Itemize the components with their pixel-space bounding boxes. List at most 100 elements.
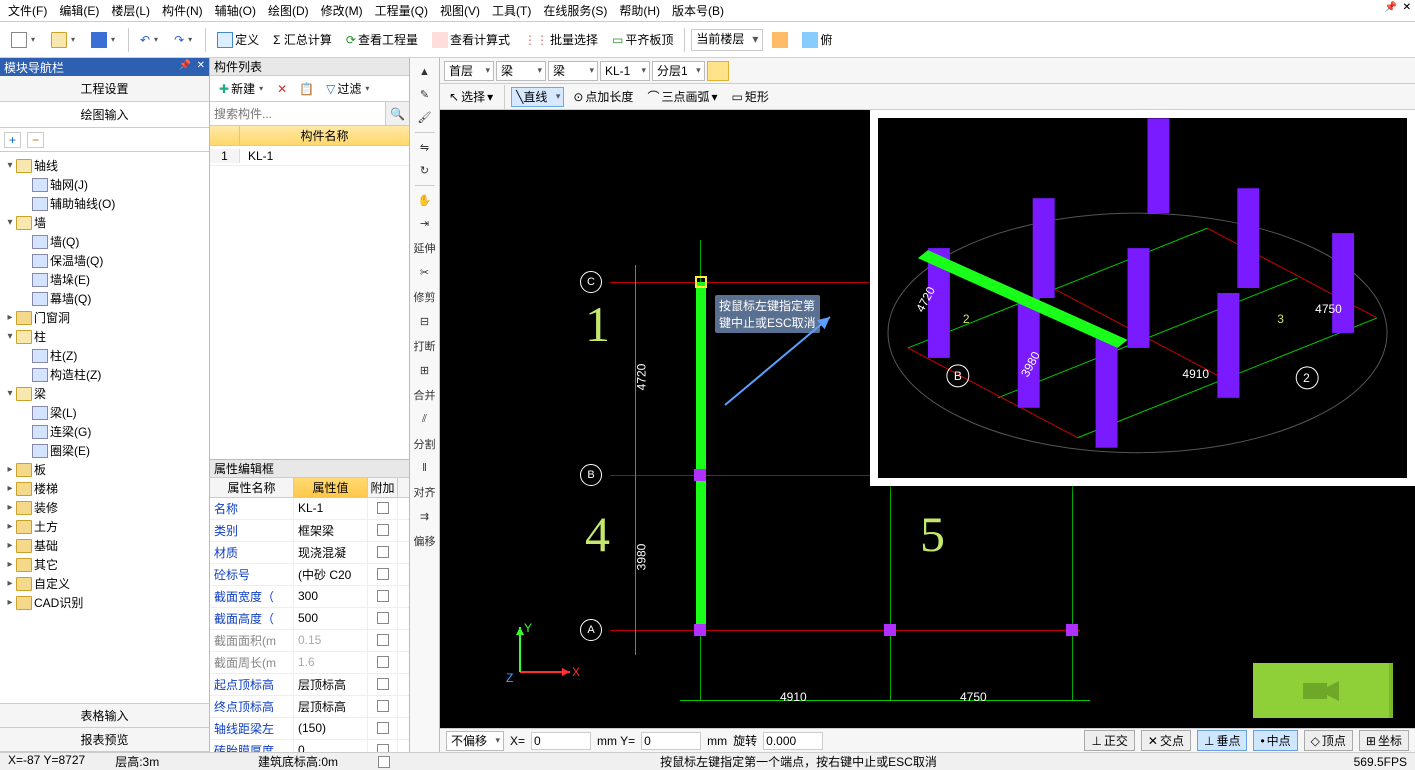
grid-node[interactable]	[1066, 624, 1078, 636]
tree-item[interactable]: 连梁(G)	[4, 422, 205, 441]
canvas[interactable]: C B A 1 2 3 1 4 5 4720 3980 4910 4750 按鼠…	[440, 110, 1415, 752]
rect-button[interactable]: ▭ 矩形	[727, 85, 774, 108]
menu-online[interactable]: 在线服务(S)	[543, 2, 607, 19]
arc3-button[interactable]: ⌒ 三点画弧 ▾	[642, 85, 722, 108]
tree-item[interactable]: 构造柱(Z)	[4, 365, 205, 384]
tab-report-preview[interactable]: 报表预览	[0, 728, 209, 752]
layer-button[interactable]	[767, 29, 793, 51]
flat-roof-button[interactable]: ▭平齐板顶	[607, 28, 678, 51]
offset-mode-select[interactable]: 不偏移	[446, 731, 504, 751]
tree-item[interactable]: ▾墙	[4, 213, 205, 232]
menu-view[interactable]: 视图(V)	[440, 2, 480, 19]
coord-snap-toggle[interactable]: ⊞ 坐标	[1359, 730, 1409, 751]
tool-pen[interactable]: ✎	[413, 84, 437, 105]
expand-all-button[interactable]: +	[4, 132, 21, 148]
sum-calc-button[interactable]: Σ 汇总计算	[268, 28, 337, 51]
property-row[interactable]: 名称KL-1	[210, 498, 409, 520]
mid-snap-toggle[interactable]: • 中点	[1253, 730, 1297, 751]
search-button[interactable]: 🔍	[385, 102, 409, 125]
tree-item[interactable]: ▾轴线	[4, 156, 205, 175]
property-row[interactable]: 截面高度（500	[210, 608, 409, 630]
property-row[interactable]: 终点顶标高层顶标高	[210, 696, 409, 718]
tool-split[interactable]: ⫽	[413, 409, 437, 430]
tree-item[interactable]: ▸自定义	[4, 574, 205, 593]
search-input[interactable]	[210, 102, 385, 125]
tree-item[interactable]: ▸装修	[4, 498, 205, 517]
tab-project-settings[interactable]: 工程设置	[0, 76, 209, 102]
tree-item[interactable]: ▸其它	[4, 555, 205, 574]
menu-modify[interactable]: 修改(M)	[321, 2, 363, 19]
view-quantity-button[interactable]: ⟳查看工程量	[341, 28, 423, 51]
camera-indicator[interactable]	[1253, 663, 1393, 718]
menu-draw[interactable]: 绘图(D)	[268, 2, 309, 19]
property-row[interactable]: 截面面积(m0.15	[210, 630, 409, 652]
tree-item[interactable]: ▸板	[4, 460, 205, 479]
redo-button[interactable]: ↷▾	[169, 30, 199, 50]
grid-node[interactable]	[694, 469, 706, 481]
tree-item[interactable]: 墙(Q)	[4, 232, 205, 251]
cross-snap-toggle[interactable]: ✕ 交点	[1141, 730, 1191, 751]
floor-select[interactable]: 首层	[444, 61, 494, 81]
category-select[interactable]: 梁	[496, 61, 546, 81]
layer-palette-button[interactable]	[707, 61, 729, 81]
pin-icon[interactable]: 📌	[179, 60, 191, 71]
filter-button[interactable]: ▽过滤▾	[321, 77, 376, 100]
open-file-button[interactable]: ▾	[46, 29, 82, 51]
tree-item[interactable]: ▸土方	[4, 517, 205, 536]
endpoint-handle[interactable]	[695, 276, 707, 288]
tool-extend[interactable]: ⇥	[413, 213, 437, 234]
tree-item[interactable]: 梁(L)	[4, 403, 205, 422]
collapse-all-button[interactable]: −	[27, 132, 44, 148]
menu-help[interactable]: 帮助(H)	[619, 2, 660, 19]
tool-merge-label[interactable]: 合并	[413, 383, 437, 407]
tool-pick[interactable]: ▲	[413, 62, 437, 82]
property-row[interactable]: 截面宽度（300	[210, 586, 409, 608]
tool-align-label[interactable]: 对齐	[413, 480, 437, 504]
batch-select-button[interactable]: ⋮⋮批量选择	[519, 28, 603, 51]
point-length-button[interactable]: ⊙ 点加长度	[568, 85, 638, 108]
tree-item[interactable]: ▸基础	[4, 536, 205, 555]
y-input[interactable]	[641, 732, 701, 750]
select-mode-button[interactable]: ↖ 选择 ▾	[444, 85, 498, 108]
property-row[interactable]: 轴线距梁左(150)	[210, 718, 409, 740]
define-button[interactable]: 定义	[212, 28, 264, 51]
delete-component-button[interactable]: ✕	[272, 79, 292, 99]
new-file-button[interactable]: ▾	[6, 29, 42, 51]
property-row[interactable]: 起点顶标高层顶标高	[210, 674, 409, 696]
grid-node[interactable]	[694, 624, 706, 636]
status-checkbox[interactable]	[378, 756, 390, 768]
tab-drawing-input[interactable]: 绘图输入	[0, 102, 209, 128]
tree-item[interactable]: 轴网(J)	[4, 175, 205, 194]
tree-item[interactable]: 辅助轴线(O)	[4, 194, 205, 213]
tool-hand[interactable]: ✋	[413, 190, 437, 211]
tree-item[interactable]: 圈梁(E)	[4, 441, 205, 460]
menu-file[interactable]: 文件(F)	[8, 2, 47, 19]
tree-item[interactable]: 墙垛(E)	[4, 270, 205, 289]
view-calc-button[interactable]: 查看计算式	[427, 28, 515, 51]
current-floor-select[interactable]: 当前楼层	[691, 29, 763, 51]
rotate-input[interactable]	[763, 732, 823, 750]
tree-item[interactable]: ▸CAD识别	[4, 593, 205, 612]
perp-snap-toggle[interactable]: ⊥ 垂点	[1197, 730, 1247, 751]
tool-rotate[interactable]: ↻	[413, 160, 437, 181]
line-mode-button[interactable]: ╲ 直线	[511, 87, 564, 107]
tool-offset-label[interactable]: 偏移	[413, 529, 437, 553]
type-select[interactable]: 梁	[548, 61, 598, 81]
new-component-button[interactable]: ✚新建▾	[214, 77, 270, 100]
menu-auxaxis[interactable]: 辅轴(O)	[215, 2, 256, 19]
tree-item[interactable]: ▸楼梯	[4, 479, 205, 498]
ortho-toggle[interactable]: ⊥ 正交	[1084, 730, 1134, 751]
tool-merge[interactable]: ⊞	[413, 360, 437, 381]
beam-element[interactable]	[696, 282, 706, 632]
undo-button[interactable]: ↶▾	[135, 30, 165, 50]
tab-table-input[interactable]: 表格输入	[0, 704, 209, 728]
overview-button[interactable]: 俯	[797, 28, 837, 51]
tree-item[interactable]: ▾梁	[4, 384, 205, 403]
tree-item[interactable]: 柱(Z)	[4, 346, 205, 365]
tool-break[interactable]: ⊟	[413, 311, 437, 332]
tool-align[interactable]: ‖	[413, 458, 437, 478]
property-row[interactable]: 类别框架梁	[210, 520, 409, 542]
copy-component-button[interactable]: 📋	[294, 79, 319, 99]
tool-offset[interactable]: ⇉	[413, 506, 437, 527]
x-input[interactable]	[531, 732, 591, 750]
